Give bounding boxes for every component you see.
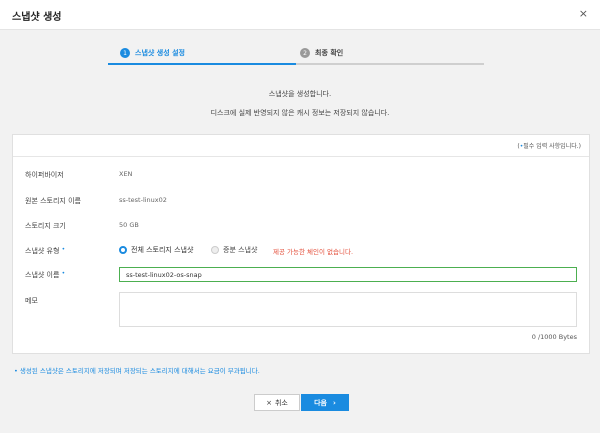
snapshot-type-label: 스냅샷 유형 • [25, 246, 66, 255]
snapshot-name-label: 스냅샷 이름 • [25, 270, 66, 279]
radio-checked-icon [119, 246, 127, 254]
close-icon[interactable]: × [579, 7, 588, 20]
step-1: 1 스냅샷 생성 설정 [120, 42, 185, 64]
row-hypervisor: 하이퍼바이저 XEN [13, 167, 589, 183]
step-1-label: 스냅샷 생성 설정 [135, 49, 185, 57]
storage-size-value: 50 GB [119, 221, 139, 229]
dialog-title: 스냅샷 생성 [12, 12, 62, 23]
row-snapshot-type: 스냅샷 유형 • 전체 스토리지 스냅샷 증분 스냅샷 제공 가능한 체인이 없… [13, 243, 589, 259]
row-storage-size: 스토리지 크기 50 GB [13, 218, 589, 234]
hypervisor-label: 하이퍼바이저 [25, 171, 64, 179]
storage-size-label: 스토리지 크기 [25, 222, 66, 230]
dialog-titlebar: 스냅샷 생성 × [0, 0, 600, 30]
required-hint: (•필수 입력 사항입니다.) [517, 143, 581, 150]
step-2-label: 최종 확인 [315, 49, 344, 57]
source-storage-value: ss-test-linux02 [119, 196, 167, 204]
chain-warning: 제공 가능한 체인이 없습니다. [273, 248, 354, 256]
step-progress-active [108, 63, 296, 65]
memo-byte-counter: 0 /1000 Bytes [531, 333, 577, 341]
snapshot-form: (•필수 입력 사항입니다.) 하이퍼바이저 XEN 원본 스토리지 이름 ss… [12, 134, 590, 354]
description-line-1: 스냅샷을 생성합니다. [268, 90, 332, 98]
radio-disabled-icon [211, 246, 219, 254]
step-1-number: 1 [120, 48, 130, 58]
memo-textarea[interactable] [119, 292, 577, 327]
radio-incremental-snapshot[interactable]: 증분 스냅샷 [211, 245, 257, 255]
source-storage-label: 원본 스토리지 이름 [25, 197, 81, 205]
wizard-steps: 1 스냅샷 생성 설정 2 최종 확인 [108, 42, 484, 65]
form-divider [13, 156, 589, 157]
radio-full-snapshot[interactable]: 전체 스토리지 스냅샷 [119, 245, 193, 255]
row-source-storage: 원본 스토리지 이름 ss-test-linux02 [13, 193, 589, 209]
description-line-2: 디스크에 실제 반영되지 않은 캐시 정보는 저장되지 않습니다. [210, 109, 390, 117]
hypervisor-value: XEN [119, 170, 133, 178]
billing-note: • 생성된 스냅샷은 스토리지에 저장되며 저장되는 스토리지에 대해서는 요금… [14, 367, 260, 375]
memo-label: 메모 [25, 297, 38, 305]
step-2: 2 최종 확인 [300, 42, 343, 64]
cancel-button[interactable]: × 취소 [254, 394, 300, 411]
step-2-number: 2 [300, 48, 310, 58]
snapshot-name-input[interactable]: ss-test-linux02-os-snap [119, 267, 577, 282]
close-icon: × [266, 398, 272, 407]
next-button[interactable]: 다음 › [301, 394, 349, 411]
step-progress-rest [296, 63, 484, 65]
row-snapshot-name: 스냅샷 이름 • ss-test-linux02-os-snap [13, 267, 589, 283]
chevron-right-icon: › [333, 398, 336, 407]
